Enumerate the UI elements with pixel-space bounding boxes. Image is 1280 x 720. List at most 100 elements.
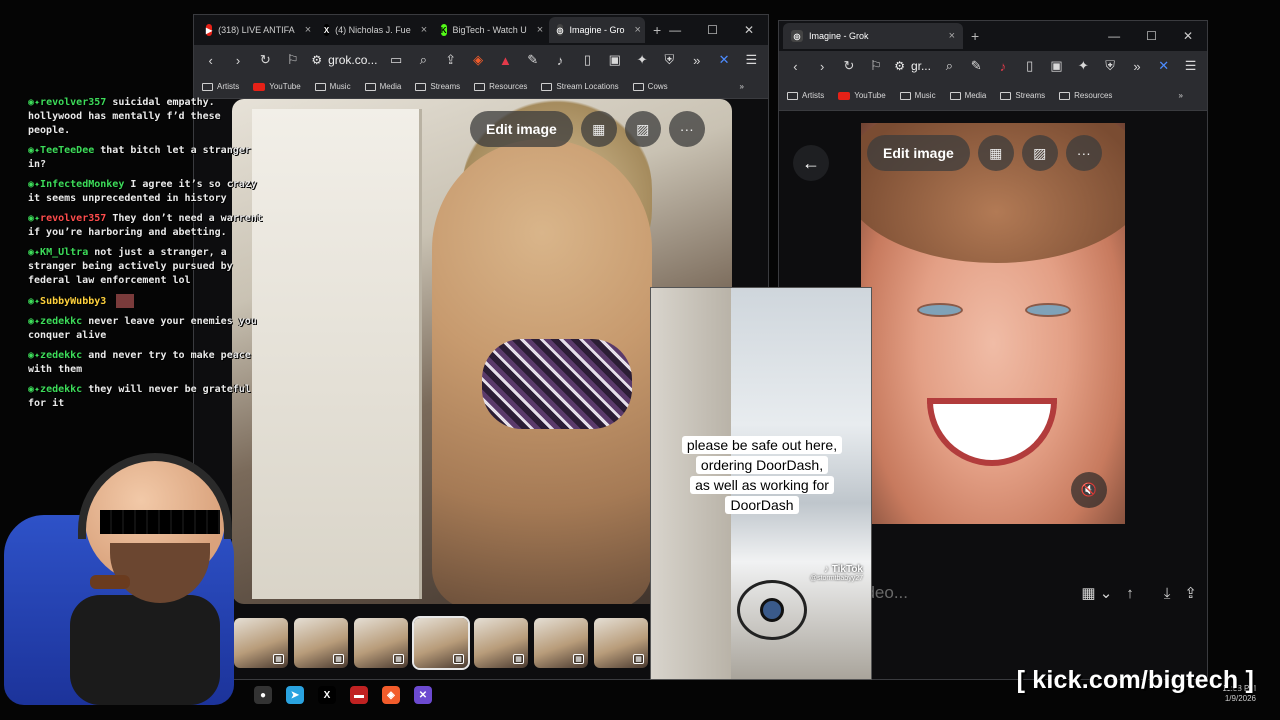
submit-arrow-icon[interactable]: ↑	[1126, 585, 1134, 602]
close-icon[interactable]: ×	[635, 24, 641, 36]
bookmark-media[interactable]: Media	[949, 91, 986, 100]
vpn-icon[interactable]: ⛨	[661, 52, 678, 68]
x-extension-icon[interactable]: ✕	[1155, 58, 1172, 74]
wallet-icon[interactable]: ▣	[1048, 58, 1065, 74]
close-icon[interactable]: ×	[421, 24, 427, 36]
chat-username[interactable]: zedekkc	[40, 350, 82, 361]
video-icon[interactable]: ▦	[977, 135, 1014, 171]
bookmark-icon[interactable]: ⚐	[284, 52, 301, 68]
more-options-icon[interactable]: ···	[668, 111, 705, 147]
close-window-icon[interactable]: ✕	[1183, 29, 1193, 43]
image-icon[interactable]: ▨	[1021, 135, 1058, 171]
chat-username[interactable]: revolver357	[40, 213, 106, 224]
mute-icon[interactable]: 🔇	[1071, 472, 1107, 508]
overflow-chevron-icon[interactable]: »	[1129, 59, 1146, 74]
zoom-icon[interactable]: ⌕	[941, 58, 958, 74]
menu-icon[interactable]: ☰	[743, 52, 760, 68]
new-tab-button[interactable]: +	[965, 28, 985, 44]
thumbnail[interactable]: ▦	[474, 618, 528, 668]
bookmarks-overflow-icon[interactable]: »	[1179, 91, 1183, 100]
brave-shield-icon[interactable]: ◈	[469, 52, 486, 68]
share-icon[interactable]: ⇪	[442, 52, 459, 68]
sidebar-icon[interactable]: ▯	[1021, 58, 1038, 74]
chat-username[interactable]: SubbyWubby3	[40, 296, 106, 307]
more-options-icon[interactable]: ···	[1065, 135, 1102, 171]
chat-username[interactable]: revolver357	[40, 97, 106, 108]
bookmark-icon[interactable]: ⚐	[867, 58, 884, 74]
leo-icon[interactable]: ✦	[1075, 58, 1092, 74]
back-icon[interactable]: ‹	[202, 53, 219, 68]
bookmark-youtube[interactable]: YouTube	[838, 91, 886, 100]
brave-icon[interactable]: ◈	[382, 686, 400, 704]
bookmarks-overflow-icon[interactable]: »	[740, 82, 744, 91]
music-icon[interactable]: ♪	[551, 53, 568, 68]
back-arrow-button[interactable]: ←	[793, 145, 829, 181]
reload-icon[interactable]: ↻	[841, 58, 858, 74]
close-icon[interactable]: ×	[305, 24, 311, 36]
chat-username[interactable]: KM_Ultra	[40, 247, 88, 258]
forward-icon[interactable]: ›	[229, 53, 246, 68]
leo-icon[interactable]: ✦	[633, 52, 650, 68]
image-icon[interactable]: ▨	[624, 111, 661, 147]
thumbnail[interactable]: ▦	[354, 618, 408, 668]
thumbnail[interactable]: ▦	[594, 618, 648, 668]
chat-username[interactable]: InfectedMonkey	[40, 179, 124, 190]
bookmark-music[interactable]: Music	[314, 82, 351, 91]
address-bar[interactable]: ⚙ gr...	[894, 59, 931, 73]
thumbnail-selected[interactable]: ▦	[412, 616, 470, 670]
back-icon[interactable]: ‹	[787, 59, 804, 74]
maximize-icon[interactable]: ☐	[707, 23, 718, 37]
thumbnail[interactable]: ▦	[294, 618, 348, 668]
voicemeeter-icon[interactable]: ▬	[350, 686, 368, 704]
cast-icon[interactable]: ▭	[387, 52, 404, 68]
bookmark-cows[interactable]: Cows	[632, 82, 668, 91]
forward-icon[interactable]: ›	[814, 59, 831, 74]
tab-imagine[interactable]: ◎ Imagine - Gro ×	[548, 17, 645, 43]
site-settings-icon[interactable]: ⚙	[894, 59, 905, 73]
bookmark-youtube[interactable]: YouTube	[253, 82, 301, 91]
prompt-input[interactable]: e video...	[839, 583, 1067, 603]
vpn-icon[interactable]: ⛨	[1102, 58, 1119, 74]
generated-video[interactable]: Edit image ▦ ▨ ··· 🔇	[861, 123, 1125, 524]
bookmark-music[interactable]: Music	[899, 91, 936, 100]
bookmark-streams[interactable]: Streams	[415, 82, 460, 91]
overflow-chevron-icon[interactable]: »	[688, 53, 705, 68]
close-window-icon[interactable]: ✕	[744, 23, 754, 37]
close-icon[interactable]: ×	[537, 24, 543, 36]
chat-username[interactable]: TeeTeeDee	[40, 145, 94, 156]
brave-pwa-icon[interactable]: ✕	[414, 686, 432, 704]
bookmark-artists[interactable]: Artists	[202, 82, 239, 91]
video-icon[interactable]: ▦	[580, 111, 617, 147]
minimize-icon[interactable]: —	[1108, 29, 1120, 43]
wallet-icon[interactable]: ▣	[606, 52, 623, 68]
x-app-icon[interactable]: X	[318, 686, 336, 704]
chat-username[interactable]: zedekkc	[40, 384, 82, 395]
telegram-icon[interactable]: ➤	[286, 686, 304, 704]
new-tab-button[interactable]: +	[647, 22, 667, 38]
maximize-icon[interactable]: ☐	[1146, 29, 1157, 43]
bookmark-streams[interactable]: Streams	[1000, 91, 1045, 100]
sidebar-icon[interactable]: ▯	[579, 52, 596, 68]
tab-youtube[interactable]: ▶ (318) LIVE ANTIFA ×	[198, 17, 314, 43]
extensions-icon[interactable]: ✎	[524, 52, 541, 68]
bookmark-resources[interactable]: Resources	[1059, 91, 1112, 100]
x-extension-icon[interactable]: ✕	[715, 52, 732, 68]
reload-icon[interactable]: ↻	[257, 52, 274, 68]
taskbar-app-icon[interactable]: ●	[254, 686, 272, 704]
edit-image-button[interactable]: Edit image	[867, 135, 970, 171]
site-settings-icon[interactable]: ⚙	[311, 53, 322, 67]
mode-select-icon[interactable]: ▦ ⌄	[1081, 584, 1112, 602]
edit-image-button[interactable]: Edit image	[470, 111, 573, 147]
rewards-icon[interactable]: ▲	[497, 53, 514, 68]
minimize-icon[interactable]: —	[669, 23, 681, 37]
bookmark-media[interactable]: Media	[364, 82, 401, 91]
close-icon[interactable]: ×	[949, 30, 955, 42]
address-bar[interactable]: ⚙ grok.co...	[311, 53, 377, 67]
zoom-icon[interactable]: ⌕	[415, 52, 432, 68]
bookmark-resources[interactable]: Resources	[474, 82, 527, 91]
chat-username[interactable]: zedekkc	[40, 316, 82, 327]
tab-imagine[interactable]: ◎ Imagine - Grok ×	[783, 23, 963, 49]
thumbnail[interactable]: ▦	[534, 618, 588, 668]
tab-x[interactable]: X (4) Nicholas J. Fue ×	[316, 17, 431, 43]
music-icon[interactable]: ♪	[995, 59, 1012, 74]
